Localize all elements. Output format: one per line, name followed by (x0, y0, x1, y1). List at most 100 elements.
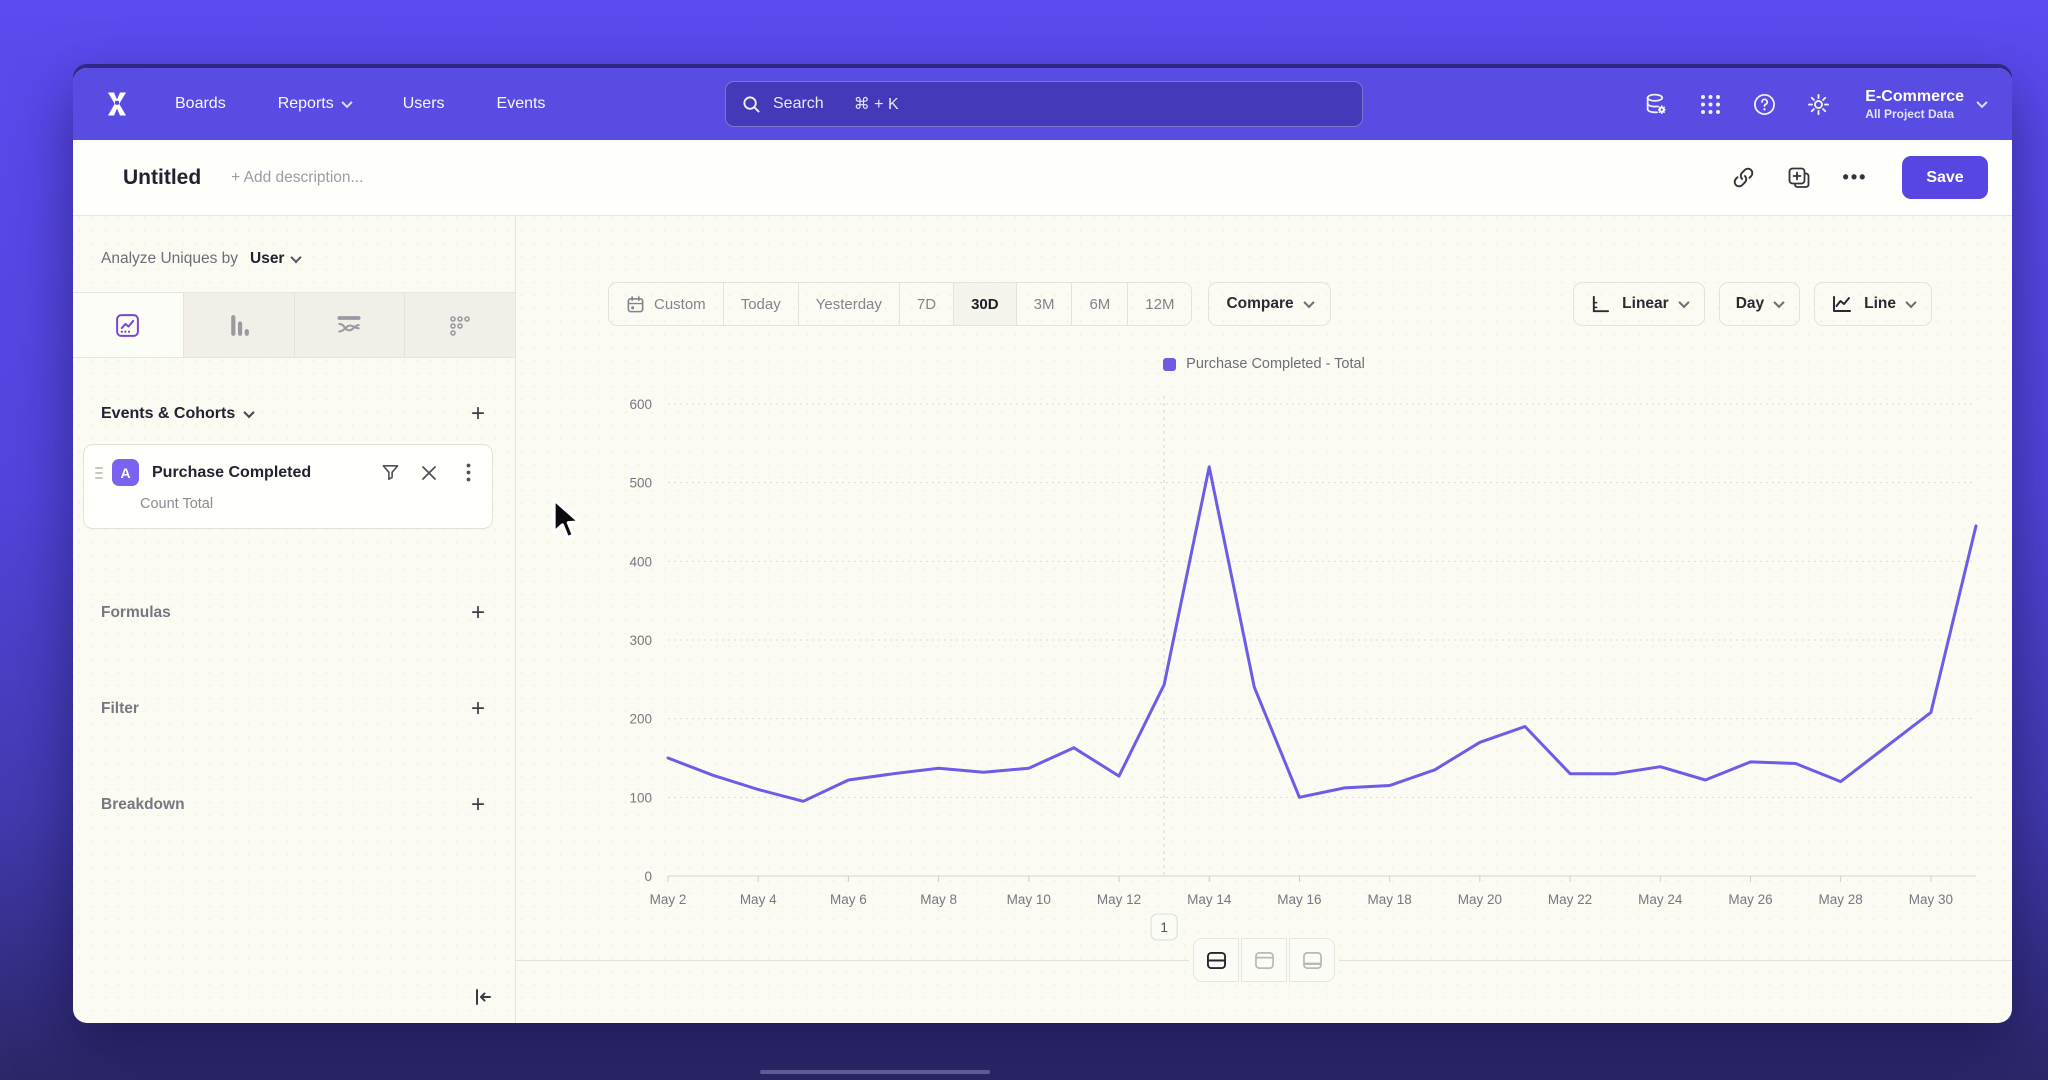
section-filter: Filter+ (73, 697, 515, 721)
chart-toolbar: CustomTodayYesterday7D30D3M6M12M Compare… (516, 282, 2012, 326)
project-name: E-Commerce (1865, 87, 1964, 107)
x-axis-tick: May 26 (1728, 892, 1772, 907)
section-breakdown: Breakdown + (73, 793, 515, 817)
save-button[interactable]: Save (1902, 156, 1988, 199)
remove-x-icon[interactable] (419, 463, 439, 483)
range-12m[interactable]: 12M (1128, 283, 1191, 325)
filter-funnel-icon[interactable] (380, 463, 400, 483)
panel-top-layout-button[interactable] (1241, 938, 1287, 982)
interval-dropdown[interactable]: Day (1719, 282, 1800, 326)
split-horizontal-layout-button[interactable] (1193, 938, 1239, 982)
x-axis-tick: May 6 (830, 892, 867, 907)
nav-items: Boards Reports Users Events (175, 95, 545, 113)
range-custom[interactable]: Custom (609, 283, 724, 325)
range-today[interactable]: Today (724, 283, 799, 325)
add-event-button[interactable]: + (471, 402, 485, 426)
chevron-down-icon (341, 97, 352, 108)
event-measurement[interactable]: Count Total (140, 496, 478, 512)
add-description-field[interactable]: + Add description... (231, 169, 363, 187)
search-placeholder-label: Search (773, 95, 824, 113)
section-formulas: Formulas + (73, 601, 515, 625)
y-axis-tick: 100 (629, 790, 652, 805)
x-axis-tick: May 22 (1548, 892, 1592, 907)
x-axis-tick: May 8 (920, 892, 957, 907)
formulas-label: Formulas (101, 604, 171, 622)
annotation-badge-label: 1 (1160, 919, 1168, 935)
nav-item-reports[interactable]: Reports (278, 95, 351, 113)
breakdown-label: Breakdown (101, 796, 185, 814)
search-input[interactable]: Search ⌘ + K (725, 81, 1363, 127)
add-filter-button[interactable]: + (471, 697, 485, 721)
series-line[interactable] (668, 467, 1976, 801)
events-cohorts-section[interactable]: Events & Cohorts (101, 405, 253, 423)
range-6m[interactable]: 6M (1072, 283, 1128, 325)
line-chart-icon (1831, 293, 1853, 315)
chart-legend: Purchase Completed - Total (516, 356, 2012, 372)
compare-dropdown[interactable]: Compare (1208, 282, 1330, 326)
analyze-by-dropdown[interactable]: User (250, 250, 300, 268)
x-axis-tick: May 18 (1368, 892, 1412, 907)
add-formulas-button[interactable]: + (471, 601, 485, 625)
tab-flows[interactable] (295, 293, 405, 357)
y-axis-tick: 200 (629, 712, 652, 727)
scale-dropdown[interactable]: Linear (1573, 282, 1705, 326)
linear-axis-icon (1590, 294, 1611, 315)
line-chart[interactable]: 0100200300400500600May 2May 4May 6May 8M… (556, 376, 1986, 963)
chevron-down-icon (1678, 297, 1689, 308)
x-axis-tick: May 24 (1638, 892, 1683, 907)
link-icon[interactable] (1730, 165, 1756, 191)
calendar-icon (626, 295, 645, 314)
help-icon[interactable] (1751, 91, 1777, 117)
x-axis-tick: May 28 (1819, 892, 1863, 907)
sidebar-sections: Formulas+Filter+Breakdown+ (73, 601, 515, 817)
collapse-sidebar-icon[interactable] (469, 983, 497, 1011)
y-axis-tick: 0 (644, 869, 652, 884)
chevron-down-icon (1773, 297, 1784, 308)
x-axis-tick: May 12 (1097, 892, 1141, 907)
tab-insights[interactable] (73, 293, 183, 357)
home-indicator-bar (760, 1070, 990, 1074)
more-options-button[interactable]: ••• (1842, 165, 1868, 191)
settings-gear-icon[interactable] (1805, 91, 1831, 117)
nav-item-users[interactable]: Users (403, 95, 445, 113)
x-axis-tick: May 30 (1909, 892, 1953, 907)
search-shortcut: ⌘ + K (854, 94, 899, 114)
chart-panel: CustomTodayYesterday7D30D3M6M12M Compare… (516, 216, 2012, 1023)
report-type-tabs (73, 292, 515, 358)
range-30d[interactable]: 30D (954, 283, 1017, 325)
chevron-down-icon (1303, 297, 1314, 308)
chart-type-dropdown[interactable]: Line (1814, 282, 1932, 326)
duplicate-icon[interactable] (1786, 165, 1812, 191)
x-axis-tick: May 14 (1187, 892, 1232, 907)
range-7d[interactable]: 7D (900, 283, 954, 325)
chevron-down-icon (1976, 97, 1987, 108)
chevron-down-icon (1905, 297, 1916, 308)
add-breakdown-button[interactable]: + (471, 793, 485, 817)
y-axis-tick: 500 (629, 476, 652, 491)
data-management-icon[interactable] (1643, 91, 1669, 117)
page-title[interactable]: Untitled (123, 166, 201, 190)
x-axis-tick: May 4 (740, 892, 777, 907)
event-name[interactable]: Purchase Completed (152, 464, 380, 482)
nav-item-boards[interactable]: Boards (175, 95, 226, 113)
tab-funnels[interactable] (184, 293, 294, 357)
range-yesterday[interactable]: Yesterday (799, 283, 900, 325)
kebab-menu-icon[interactable] (458, 463, 478, 483)
top-navbar: Boards Reports Users Events Search ⌘ + K (73, 68, 2012, 140)
project-switcher[interactable]: E-Commerce All Project Data (1865, 87, 1986, 122)
event-card[interactable]: A Purchase Completed Count T (83, 444, 493, 529)
query-builder-sidebar: Analyze Uniques by User (73, 216, 516, 1023)
y-axis-tick: 400 (629, 554, 652, 569)
y-axis-tick: 600 (629, 397, 652, 412)
legend-label: Purchase Completed - Total (1186, 356, 1365, 372)
mixpanel-logo[interactable] (99, 86, 135, 122)
range-3m[interactable]: 3M (1017, 283, 1073, 325)
panel-bottom-layout-button[interactable] (1289, 938, 1335, 982)
legend-swatch (1163, 358, 1176, 371)
chevron-down-icon (244, 407, 255, 418)
project-subtitle: All Project Data (1865, 107, 1954, 122)
nav-item-events[interactable]: Events (497, 95, 546, 113)
tab-retention[interactable] (405, 293, 515, 357)
apps-grid-icon[interactable] (1697, 91, 1723, 117)
drag-handle-icon[interactable] (92, 467, 106, 479)
